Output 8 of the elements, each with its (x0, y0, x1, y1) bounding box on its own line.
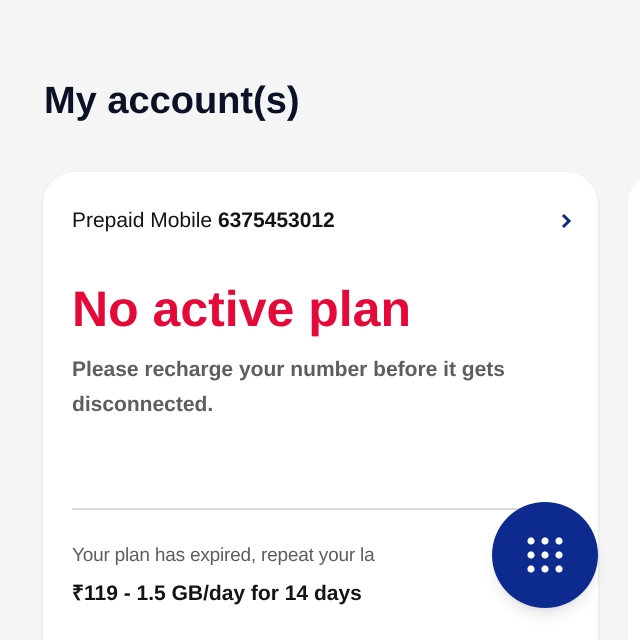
account-label: Prepaid Mobile 6375453012 (72, 208, 335, 234)
warning-message: Please recharge your number before it gets disconnected. (72, 357, 506, 418)
expired-text: Your plan has expired, repeat your la (72, 544, 374, 568)
page-title: My account(s) (44, 82, 300, 120)
chevron-right-icon[interactable] (560, 212, 572, 230)
dots-grid-icon (527, 537, 563, 573)
status-text: No active plan (72, 284, 411, 334)
last-plan-text: ₹119 - 1.5 GB/day for 14 days (72, 581, 362, 607)
